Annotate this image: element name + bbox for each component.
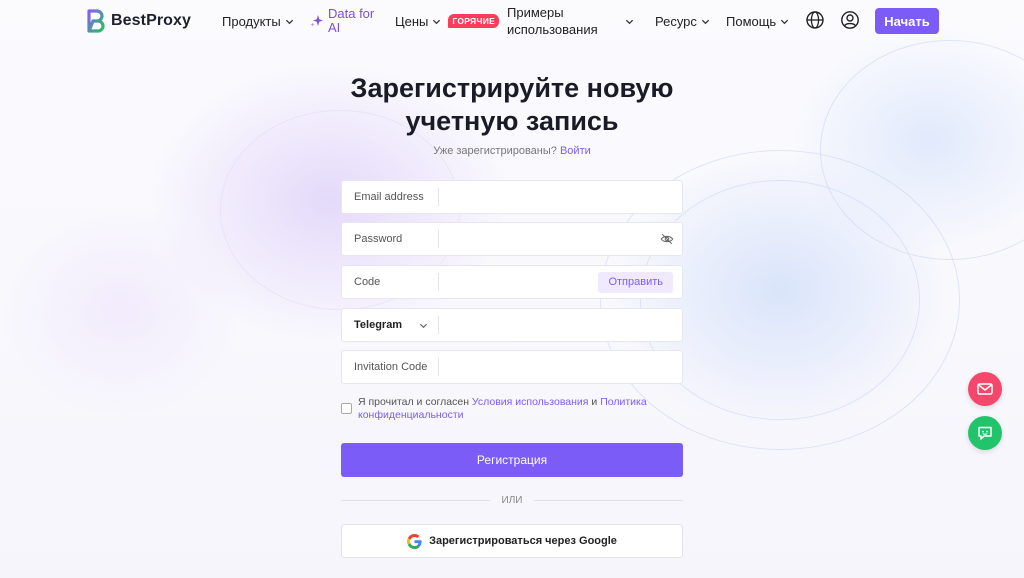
login-link[interactable]: Войти [560, 145, 591, 157]
email-support-button[interactable] [968, 372, 1002, 406]
terms-checkbox[interactable] [341, 403, 352, 414]
contact-field: Telegram [341, 308, 683, 342]
agreement-text: Я прочитал и согласен Условия использова… [358, 396, 683, 422]
login-prompt: Уже зарегистрированы? Войти [312, 145, 712, 157]
nav-resources-label: Ресурс [655, 13, 697, 29]
google-button-label: Зарегистрироваться через Google [429, 535, 617, 547]
hot-badge: ГОРЯЧИЕ [448, 14, 500, 28]
globe-icon[interactable] [805, 10, 825, 30]
google-signup-button[interactable]: Зарегистрироваться через Google [341, 524, 683, 558]
nav-products[interactable]: Продукты [222, 0, 294, 42]
terms-agreement: Я прочитал и согласен Условия использова… [341, 396, 683, 422]
email-field: Email address [341, 180, 683, 214]
logo-icon [87, 9, 105, 33]
send-code-button[interactable]: Отправить [598, 271, 673, 293]
code-input[interactable] [439, 267, 599, 297]
email-input[interactable] [439, 182, 682, 212]
register-button[interactable]: Регистрация [341, 443, 683, 477]
terms-link[interactable]: Условия использования [472, 396, 589, 408]
email-label: Email address [342, 188, 439, 206]
nav-use-cases-label: Примеры использования [507, 5, 598, 37]
chevron-down-icon [285, 19, 293, 24]
contact-type-select[interactable]: Telegram [342, 316, 439, 334]
nav-prices[interactable]: Цены ГОРЯЧИЕ [395, 0, 500, 42]
already-registered-text: Уже зарегистрированы? [433, 145, 557, 157]
chat-icon [978, 426, 992, 440]
chevron-down-icon [433, 19, 441, 24]
contact-input[interactable] [439, 310, 682, 340]
divider-line [341, 499, 490, 501]
user-icon[interactable] [840, 10, 860, 30]
nav-ai-label: Data for AI [328, 6, 375, 35]
password-input[interactable] [439, 224, 660, 254]
contact-type-value: Telegram [354, 319, 403, 331]
nav-use-cases[interactable]: Примеры использования [507, 0, 634, 42]
password-label: Password [342, 230, 439, 248]
nav-help[interactable]: Помощь [726, 0, 789, 42]
divider-line [534, 499, 683, 501]
chevron-down-icon [781, 19, 789, 24]
nav-data-for-ai[interactable]: Data for AI [310, 0, 378, 42]
nav-resources[interactable]: Ресурс [655, 0, 710, 42]
brand-logo[interactable]: BestProxy [86, 9, 191, 33]
invitation-label: Invitation Code [342, 358, 439, 376]
or-divider: ИЛИ [341, 494, 683, 506]
agree-prefix: Я прочитал и согласен [358, 396, 469, 408]
chat-support-button[interactable] [968, 416, 1002, 450]
code-field: Code Отправить [341, 265, 683, 299]
or-label: ИЛИ [501, 494, 523, 506]
mail-icon [977, 383, 993, 395]
nav-prices-label: Цены [395, 13, 429, 29]
page-title: Зарегистрируйте новую учетную запись [350, 73, 674, 136]
invitation-input[interactable] [439, 352, 682, 382]
password-field: Password [341, 222, 683, 256]
start-button[interactable]: Начать [875, 8, 939, 34]
code-label: Code [342, 273, 439, 291]
agree-and: и [591, 396, 598, 408]
nav-help-label: Помощь [726, 13, 777, 29]
nav-products-label: Продукты [222, 13, 281, 29]
chevron-down-icon [625, 19, 634, 24]
eye-off-icon[interactable] [660, 232, 674, 246]
top-navigation: BestProxy Продукты Data for AI Цены ГОРЯ… [0, 0, 1024, 44]
sparkle-icon [310, 15, 323, 27]
google-icon [407, 533, 422, 549]
chevron-down-icon [701, 19, 710, 24]
invitation-field: Invitation Code [341, 350, 683, 384]
chevron-down-icon [419, 323, 428, 328]
brand-name: BestProxy [111, 12, 192, 29]
